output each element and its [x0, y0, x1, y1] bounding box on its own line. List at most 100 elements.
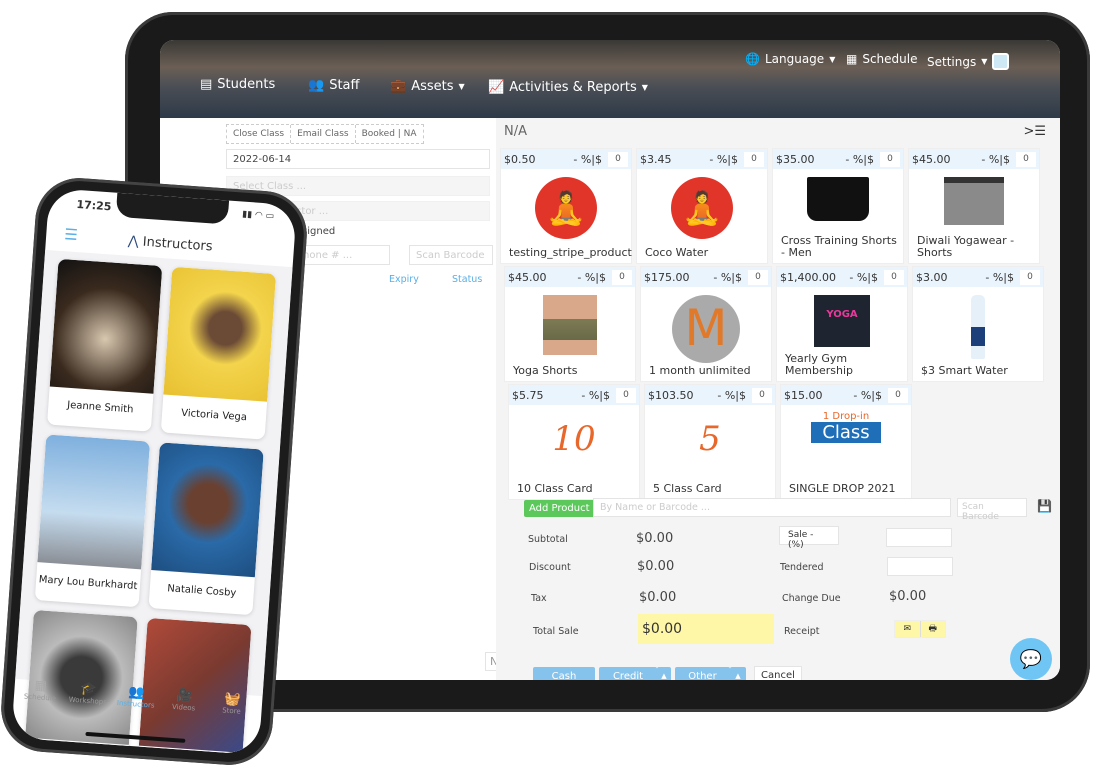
quantity-input[interactable]: 0 [612, 269, 632, 285]
product-tile[interactable]: $35.00 - %|$ 0 Cross Training Shorts - Men [772, 148, 904, 264]
other-caret-icon[interactable]: ▲ [730, 667, 746, 680]
email-class-button[interactable]: Email Class [291, 125, 356, 143]
tendered-input[interactable] [887, 557, 953, 576]
quantity-input[interactable]: 0 [748, 269, 768, 285]
class-card-image: 10 [552, 419, 596, 459]
discount-toggle[interactable]: - %|$ [717, 389, 746, 402]
tshirt-image: YOGA [814, 295, 870, 347]
tab-store[interactable]: 🧺 Store [209, 690, 254, 716]
column-expiry[interactable]: Expiry [389, 274, 419, 285]
quantity-input[interactable]: 0 [880, 151, 900, 167]
product-tile[interactable]: $3.45 - %|$ 0 🧘 Coco Water [636, 148, 768, 264]
nav-students[interactable]: ▤ Students [200, 77, 275, 92]
nav-activities-reports[interactable]: 📈 Activities & Reports ▼ [488, 80, 648, 95]
tab-schedule[interactable]: ▦ Schedule [18, 677, 63, 703]
product-name: 5 Class Card [653, 482, 722, 495]
product-name: SINGLE DROP 2021 [789, 482, 896, 495]
product-price: $15.00 [784, 388, 823, 402]
chat-icon[interactable]: 💬 [1010, 638, 1052, 680]
column-status[interactable]: Status [452, 274, 482, 285]
discount-toggle[interactable]: - %|$ [981, 153, 1010, 166]
id-card-icon: ▤ [200, 77, 213, 92]
quantity-input[interactable]: 0 [1016, 151, 1036, 167]
discount-toggle[interactable]: - %|$ [713, 271, 742, 284]
tab-workshops[interactable]: 🎓 Workshops [66, 680, 111, 706]
product-tile[interactable]: $45.00 - %|$ 0 Yoga Shorts [504, 266, 636, 382]
instructor-card[interactable]: Natalie Cosby [148, 442, 264, 616]
product-tile[interactable]: $45.00 - %|$ 0 Diwali Yogawear - Shorts [908, 148, 1040, 264]
discount-toggle[interactable]: - %|$ [581, 389, 610, 402]
drop-in-text: 1 Drop-in [822, 411, 870, 422]
globe-icon: 🌐 [745, 52, 760, 66]
cash-button[interactable]: Cash [533, 667, 595, 680]
tax-value: $0.00 [639, 590, 677, 605]
instructor-card[interactable]: Mary Lou Burkhardt [34, 434, 151, 608]
product-tile[interactable]: $15.00 - %|$ 0 1 Drop-in Class SINGLE DROP 20… [780, 384, 912, 500]
quantity-input[interactable]: 0 [752, 387, 772, 403]
hamburger-menu-icon[interactable]: ☰ [64, 225, 79, 244]
discount-toggle[interactable]: - %|$ [709, 153, 738, 166]
discount-toggle[interactable]: - %|$ [853, 389, 882, 402]
discount-toggle[interactable]: - %|$ [849, 271, 878, 284]
product-name: Yoga Shorts [513, 364, 578, 377]
language-menu[interactable]: 🌐 Language ▼ [745, 52, 835, 66]
close-class-button[interactable]: Close Class [227, 125, 292, 143]
product-price: $5.75 [512, 388, 544, 402]
menu-toggle-icon[interactable]: >☰ [1023, 124, 1046, 139]
product-tile[interactable]: $1,400.00 - %|$ 0 YOGA Yearly Gym Membership [776, 266, 908, 382]
quantity-input[interactable]: 0 [1020, 269, 1040, 285]
water-bottle-image [971, 295, 985, 359]
print-receipt-icon[interactable]: 🖶 [921, 621, 946, 637]
credit-caret-icon[interactable]: ▲ [657, 667, 671, 680]
product-price: $3.00 [916, 270, 948, 284]
discount-toggle[interactable]: - %|$ [573, 153, 602, 166]
quantity-input[interactable]: 0 [888, 387, 908, 403]
cancel-button[interactable]: Cancel [754, 666, 802, 680]
booked-button[interactable]: Booked | NA [356, 125, 423, 143]
class-text: Class [811, 422, 881, 443]
chart-icon: 📈 [488, 80, 505, 95]
sale-percent-button[interactable]: Sale - (%) [779, 526, 839, 550]
add-product-button[interactable]: Add Product [524, 500, 595, 517]
settings-menu[interactable]: Settings ▼ [927, 53, 1010, 70]
tab-instructors[interactable]: 👥 Instructors [113, 684, 158, 710]
product-search-input[interactable]: By Name or Barcode ... [593, 498, 951, 517]
product-tile[interactable]: $5.75 - %|$ 0 10 10 Class Card [508, 384, 640, 500]
email-receipt-icon[interactable]: ✉ [895, 621, 921, 637]
save-icon[interactable]: 💾 [1037, 499, 1052, 513]
tab-videos[interactable]: 🎥 Videos [161, 687, 206, 713]
product-price: $0.50 [504, 152, 536, 166]
notch [115, 192, 230, 225]
quantity-input[interactable]: 0 [608, 151, 628, 167]
product-tile[interactable]: $0.50 - %|$ 0 🧘 testing_stripe_product [500, 148, 632, 264]
discount-toggle[interactable]: - %|$ [577, 271, 606, 284]
users-icon: 👥 [308, 78, 325, 93]
phone-screen: 17:25 ▮▮ ◠ ▭ ☰ ⋀ Instructors Jeanne Smit… [11, 188, 297, 755]
quantity-input[interactable]: 0 [884, 269, 904, 285]
product-tile[interactable]: $175.00 - %|$ 0 M 1 month unlimited [640, 266, 772, 382]
date-input[interactable]: 2022-06-14 [226, 149, 490, 169]
product-tile[interactable]: $103.50 - %|$ 0 5 5 Class Card [644, 384, 776, 500]
other-button[interactable]: Other [675, 667, 730, 680]
nav-assets[interactable]: 💼 Assets ▼ [390, 79, 465, 94]
instructor-card[interactable]: Jeanne Smith [47, 258, 163, 432]
nav-staff[interactable]: 👥 Staff [308, 78, 359, 93]
instructor-card[interactable]: Victoria Vega [160, 266, 277, 440]
quantity-input[interactable]: 0 [616, 387, 636, 403]
product-name: 1 month unlimited [649, 364, 751, 377]
discount-toggle[interactable]: - %|$ [985, 271, 1014, 284]
caret-icon: ▼ [829, 54, 836, 64]
product-tile[interactable]: $3.00 - %|$ 0 $3 Smart Water [912, 266, 1044, 382]
sale-amount-input[interactable] [886, 528, 952, 547]
quantity-input[interactable]: 0 [744, 151, 764, 167]
product-header: $5.75 - %|$ 0 [509, 385, 639, 405]
pos-title: N/A [504, 124, 527, 139]
schedule-link[interactable]: ▦ Schedule [846, 52, 918, 66]
total-sale-label: Total Sale [533, 626, 579, 637]
credit-button[interactable]: Credit [599, 667, 657, 680]
avatar[interactable] [992, 53, 1010, 70]
discount-label: Discount [529, 562, 571, 573]
product-scan-input[interactable]: Scan Barcode [957, 498, 1027, 522]
discount-toggle[interactable]: - %|$ [845, 153, 874, 166]
scan-barcode-input[interactable]: Scan Barcode [409, 245, 493, 265]
